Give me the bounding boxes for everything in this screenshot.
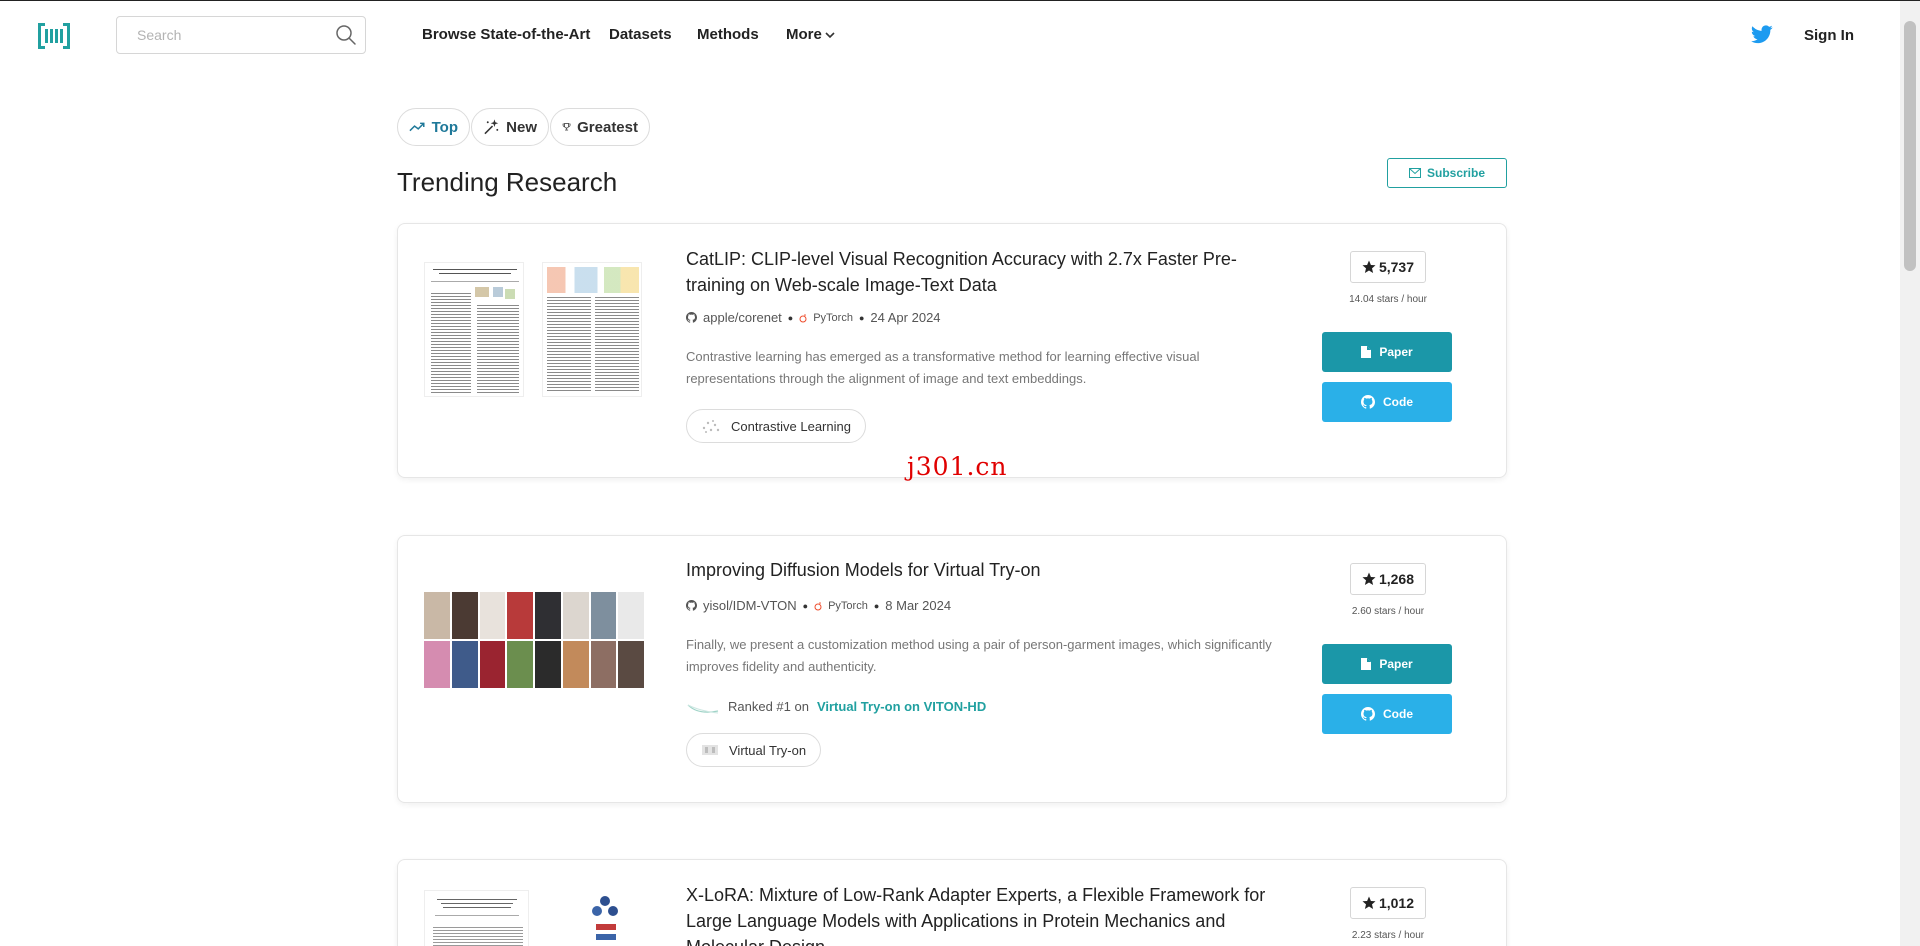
paper-thumbnail[interactable] [424, 592, 644, 688]
stars-count: 1,012 [1350, 887, 1426, 919]
paper-card: Improving Diffusion Models for Virtual T… [397, 535, 1507, 803]
task-tag-label: Contrastive Learning [731, 418, 851, 434]
code-button[interactable]: Code [1322, 382, 1452, 422]
paper-date: 8 Mar 2024 [885, 598, 952, 613]
separator-dot: ● [858, 312, 865, 323]
nav-more-dropdown[interactable]: More [786, 26, 835, 46]
paper-date: 24 Apr 2024 [870, 310, 941, 325]
document-icon [1361, 658, 1372, 670]
paper-thumbnail[interactable] [424, 890, 646, 946]
header: Browse State-of-the-Art Datasets Methods… [0, 1, 1900, 67]
task-tag-chip[interactable]: Virtual Try-on [686, 733, 822, 767]
paper-card: CatLIP: CLIP-level Visual Recognition Ac… [397, 223, 1507, 478]
trophy-icon [562, 123, 571, 131]
subscribe-button[interactable]: Subscribe [1387, 158, 1507, 188]
sota-chart-icon [687, 704, 719, 714]
stars-rate: 14.04 stars / hour [1349, 294, 1427, 305]
virtual-tryon-icon [702, 745, 718, 755]
paper-title-link[interactable]: X-LoRA: Mixture of Low-Rank Adapter Expe… [686, 882, 1286, 946]
tab-top[interactable]: Top [397, 108, 470, 146]
subscribe-label: Subscribe [1426, 166, 1486, 180]
nav-datasets[interactable]: Datasets [609, 26, 672, 46]
paper-button-label: Paper [1379, 345, 1413, 359]
task-tag-label: Virtual Try-on [729, 742, 807, 758]
paper-button[interactable]: Paper [1322, 332, 1452, 372]
ranked-prefix: Ranked #1 on [728, 698, 809, 714]
paper-meta: yisol/IDM-VTON ● PyTorch ● 8 Mar 2024 [686, 598, 951, 613]
tab-greatest-label: Greatest [577, 118, 638, 136]
github-icon [1361, 395, 1375, 409]
paper-title-link[interactable]: CatLIP: CLIP-level Visual Recognition Ac… [686, 246, 1276, 298]
paper-button[interactable]: Paper [1322, 644, 1452, 684]
stars-count: 1,268 [1350, 563, 1426, 595]
star-icon [1362, 572, 1376, 585]
code-button[interactable]: Code [1322, 694, 1452, 734]
search-input[interactable] [117, 17, 327, 53]
paper-title-link[interactable]: Improving Diffusion Models for Virtual T… [686, 557, 1276, 583]
repo-link[interactable]: yisol/IDM-VTON [703, 598, 797, 613]
stars-count: 5,737 [1350, 251, 1426, 283]
sota-ranking: Ranked #1 on Virtual Try-on on VITON-HD [686, 697, 986, 715]
repo-link[interactable]: apple/corenet [703, 310, 782, 325]
tab-top-label: Top [431, 118, 458, 136]
paper-page-preview [542, 262, 642, 397]
stars-value: 5,737 [1378, 259, 1415, 275]
nav-more-label: More [786, 26, 822, 43]
framework-label: PyTorch [828, 599, 868, 612]
document-icon [1361, 346, 1372, 358]
scrollbar-thumb[interactable] [1904, 21, 1916, 271]
paper-figure-preview [574, 890, 634, 946]
ranked-benchmark-link[interactable]: Virtual Try-on on VITON-HD [817, 699, 986, 714]
stars-rate: 2.60 stars / hour [1351, 606, 1425, 617]
stars-value: 1,268 [1378, 571, 1415, 587]
framework-label: PyTorch [813, 311, 853, 324]
paper-abstract: Contrastive learning has emerged as a tr… [686, 349, 1200, 386]
paper-page-preview [424, 262, 524, 397]
nav-browse-sota[interactable]: Browse State-of-the-Art [422, 26, 590, 46]
contrastive-learning-icon [702, 420, 720, 433]
paper-button-label: Paper [1379, 657, 1413, 671]
pytorch-icon [814, 601, 822, 610]
stars-value: 1,012 [1378, 895, 1415, 911]
task-tag-chip[interactable]: Contrastive Learning [686, 409, 866, 443]
github-icon [1361, 707, 1375, 721]
paper-abstract: Finally, we present a customization meth… [686, 637, 1272, 674]
github-icon [686, 600, 697, 611]
sparkle-wand-icon [484, 119, 499, 135]
search-box [116, 16, 366, 54]
section-title: Trending Research [397, 167, 618, 197]
separator-dot: ● [802, 600, 809, 611]
pytorch-icon [799, 313, 807, 322]
sign-in-link[interactable]: Sign In [1804, 27, 1854, 44]
envelope-icon [1408, 168, 1421, 178]
separator-dot: ● [787, 312, 794, 323]
trending-up-icon [409, 122, 425, 132]
code-button-label: Code [1383, 395, 1413, 409]
tab-new[interactable]: New [471, 108, 549, 146]
paper-thumbnail[interactable] [424, 262, 646, 397]
scrollbar[interactable] [1900, 1, 1920, 946]
stars-rate: 2.23 stars / hour [1351, 930, 1425, 941]
chevron-down-icon [825, 31, 835, 38]
tab-new-label: New [506, 118, 537, 136]
paper-card: X-LoRA: Mixture of Low-Rank Adapter Expe… [397, 859, 1507, 946]
nav-methods[interactable]: Methods [697, 26, 759, 46]
separator-dot: ● [873, 600, 880, 611]
tab-greatest[interactable]: Greatest [550, 108, 650, 146]
watermark-text: j301.cn [907, 452, 1008, 481]
papers-with-code-logo-icon[interactable] [38, 23, 70, 49]
star-icon [1362, 896, 1376, 909]
paper-meta: apple/corenet ● PyTorch ● 24 Apr 2024 [686, 310, 941, 325]
twitter-icon[interactable] [1751, 25, 1773, 44]
paper-page-preview [424, 890, 529, 946]
tryon-image-grid [424, 592, 644, 688]
github-icon [686, 312, 697, 323]
star-icon [1362, 260, 1376, 273]
search-icon[interactable] [335, 24, 357, 46]
code-button-label: Code [1383, 707, 1413, 721]
